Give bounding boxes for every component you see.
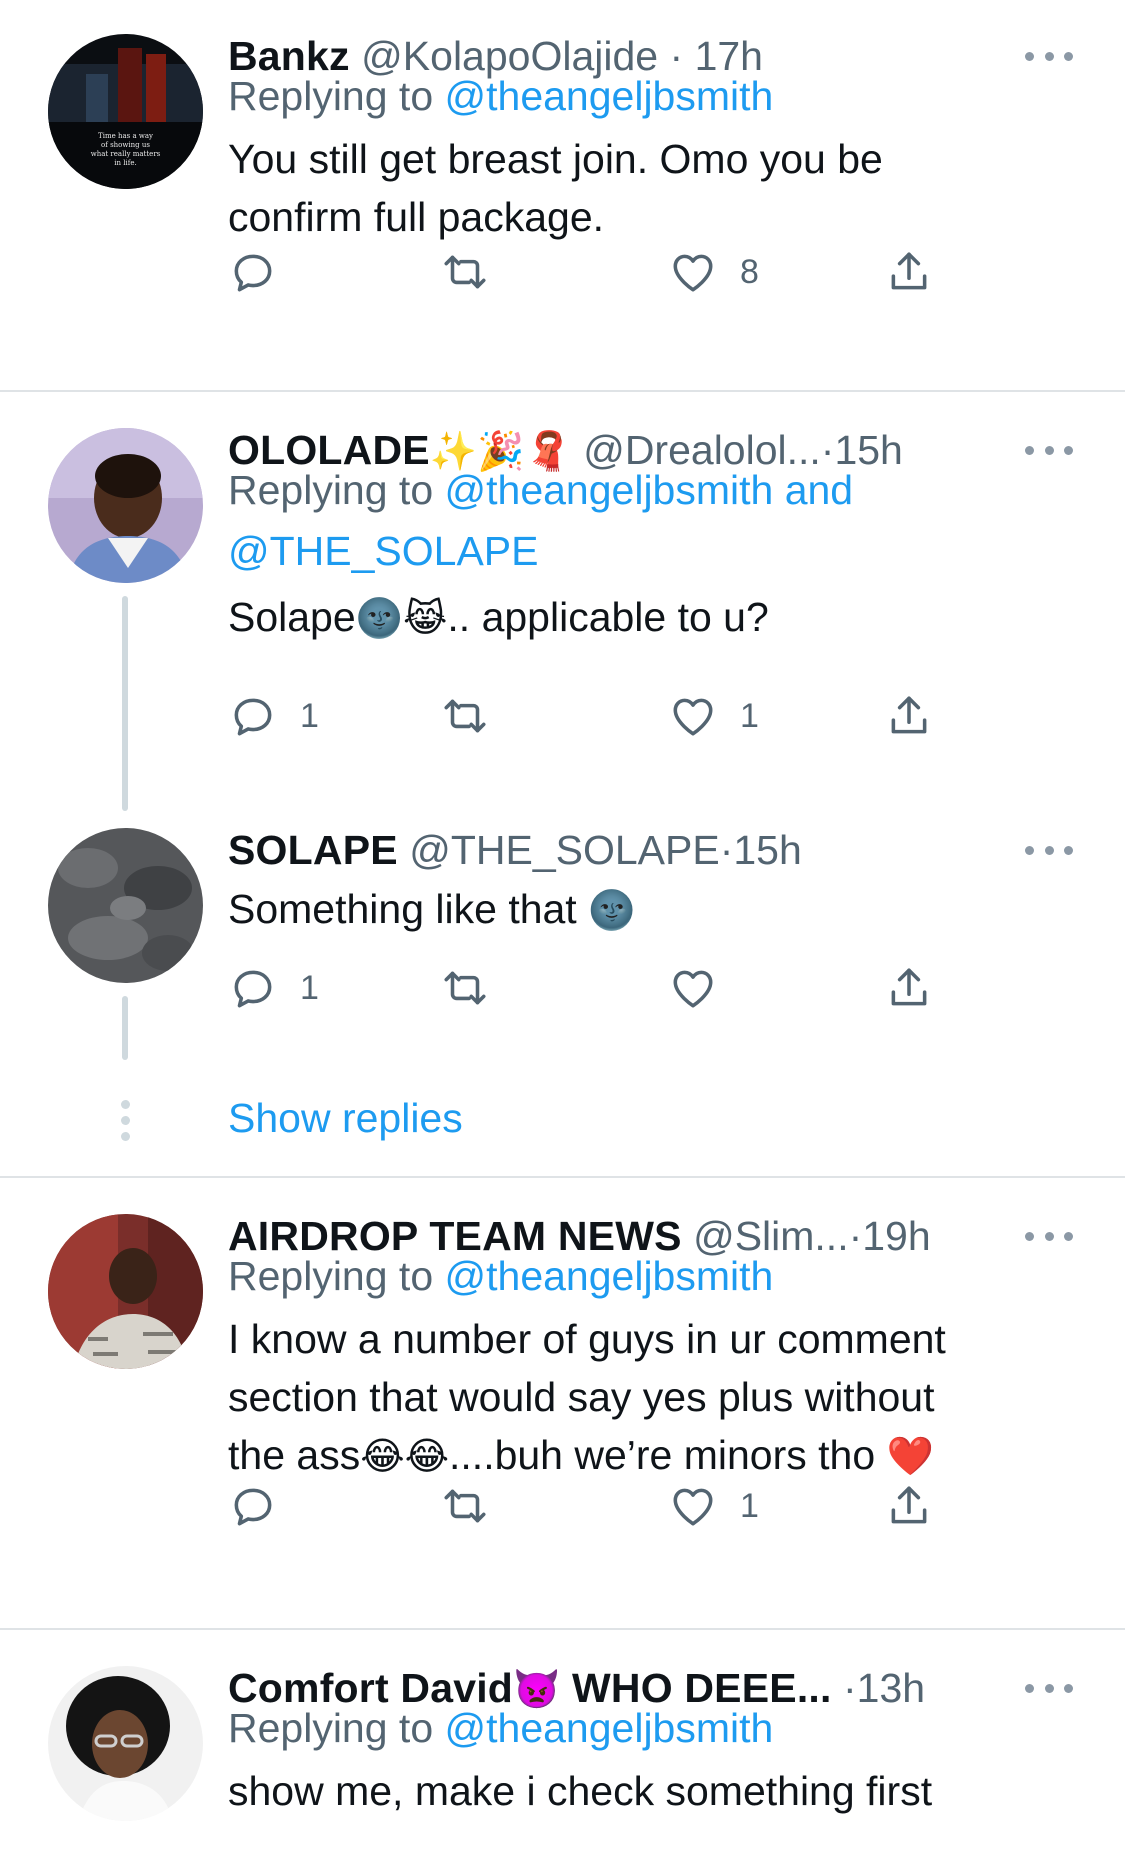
tweet-divider bbox=[0, 1176, 1125, 1178]
body-emoji: 🌚😹 bbox=[355, 598, 448, 640]
tweet-bankz[interactable]: Time has a way of showing us what really… bbox=[0, 26, 1125, 386]
tweet-divider bbox=[0, 1628, 1125, 1630]
tweet-comfort-david[interactable]: Comfort David👿 WHO DEEE... ·13h Replying… bbox=[0, 1658, 1125, 1866]
share-icon bbox=[891, 1486, 927, 1524]
body-emoji: 😂😂 bbox=[360, 1436, 450, 1478]
reply-count: 1 bbox=[300, 696, 319, 735]
heart-emoji: ❤️ bbox=[886, 1436, 934, 1478]
reply-button[interactable]: 1 bbox=[228, 686, 319, 746]
retweet-icon bbox=[444, 971, 486, 1005]
heart-icon bbox=[673, 698, 713, 736]
reply-feed: Time has a way of showing us what really… bbox=[0, 0, 1125, 1866]
like-button[interactable] bbox=[668, 958, 740, 1018]
tweet-text: I know a number of guys in ur comment se… bbox=[228, 1316, 946, 1478]
retweet-icon bbox=[444, 699, 486, 733]
share-button[interactable] bbox=[884, 242, 934, 302]
avatar-image bbox=[48, 428, 203, 583]
reply-icon bbox=[234, 698, 272, 736]
tweet-solape[interactable]: SOLAPE @THE_SOLAPE·15h Something like th… bbox=[0, 820, 1125, 1141]
reply-count: 1 bbox=[300, 968, 319, 1007]
share-icon bbox=[891, 696, 927, 734]
avatar-caption: Time has a way of showing us what really… bbox=[90, 132, 161, 167]
like-button[interactable]: 1 bbox=[668, 686, 759, 746]
avatar[interactable]: Time has a way of showing us what really… bbox=[48, 34, 203, 189]
tweet-ololade[interactable]: OLOLADE✨🎉🧣 @Drealolol...·15h Replying to… bbox=[0, 420, 1125, 811]
thread-line bbox=[122, 996, 128, 1060]
replying-to: Replying to @theangeljbsmith bbox=[228, 1253, 774, 1299]
reply-icon bbox=[234, 1488, 272, 1526]
tweet-divider bbox=[0, 390, 1125, 392]
replying-to: Replying to @theangeljbsmith and @THE_SO… bbox=[228, 467, 854, 574]
reply-button[interactable] bbox=[228, 1476, 300, 1536]
heart-icon bbox=[673, 254, 713, 292]
mention-link[interactable]: @theangeljbsmith bbox=[445, 73, 774, 119]
avatar-image bbox=[48, 828, 203, 983]
avatar[interactable] bbox=[48, 1214, 203, 1369]
tweet-text: show me, make i check something first bbox=[228, 1768, 933, 1814]
reply-button[interactable] bbox=[228, 242, 300, 302]
show-replies-link[interactable]: Show replies bbox=[228, 1088, 463, 1148]
mention-link[interactable]: @theangeljbsmith bbox=[445, 1253, 774, 1299]
like-count: 8 bbox=[740, 252, 759, 291]
tweet-text: You still get breast join. Omo you be co… bbox=[228, 136, 883, 240]
thread-line bbox=[122, 596, 128, 811]
retweet-icon bbox=[444, 1489, 486, 1523]
like-button[interactable]: 8 bbox=[668, 242, 759, 302]
retweet-button[interactable] bbox=[440, 242, 512, 302]
mention-link[interactable]: @theangeljbsmith and bbox=[445, 467, 854, 513]
tweet-actions: 8 bbox=[228, 242, 988, 302]
retweet-button[interactable] bbox=[440, 686, 512, 746]
like-button[interactable]: 1 bbox=[668, 1476, 759, 1536]
share-button[interactable] bbox=[884, 1476, 934, 1536]
reply-button[interactable]: 1 bbox=[228, 958, 319, 1018]
reply-icon bbox=[234, 254, 272, 292]
avatar[interactable] bbox=[48, 1666, 203, 1821]
replying-to: Replying to @theangeljbsmith bbox=[228, 73, 774, 119]
avatar[interactable] bbox=[48, 428, 203, 583]
tweet-actions: 1 bbox=[228, 1476, 988, 1536]
heart-icon bbox=[673, 970, 713, 1008]
like-count: 1 bbox=[740, 1486, 759, 1525]
tweet-actions: 1 1 bbox=[228, 686, 988, 746]
mention-link[interactable]: @theangeljbsmith bbox=[445, 1705, 774, 1751]
reply-icon bbox=[234, 970, 272, 1008]
share-icon bbox=[891, 968, 927, 1006]
heart-icon bbox=[673, 1488, 713, 1526]
mention-link-2[interactable]: @THE_SOLAPE bbox=[228, 528, 539, 574]
replying-to: Replying to @theangeljbsmith bbox=[228, 1705, 774, 1751]
tweet-text: Solape🌚😹.. applicable to u? bbox=[228, 594, 769, 640]
body-emoji: 🌚 bbox=[588, 890, 636, 932]
avatar[interactable] bbox=[48, 828, 203, 983]
timestamp[interactable]: 15h bbox=[733, 827, 801, 873]
retweet-icon bbox=[444, 255, 486, 289]
tweet-airdrop[interactable]: AIRDROP TEAM NEWS @Slim...·19h Replying … bbox=[0, 1206, 1125, 1606]
retweet-button[interactable] bbox=[440, 1476, 512, 1536]
share-button[interactable] bbox=[884, 958, 934, 1018]
tweet-text: Something like that 🌚 bbox=[228, 886, 636, 932]
display-name[interactable]: SOLAPE bbox=[228, 827, 398, 873]
more-icon[interactable] bbox=[1025, 820, 1073, 880]
tweet-actions: 1 bbox=[228, 958, 988, 1018]
retweet-button[interactable] bbox=[440, 958, 512, 1018]
user-handle[interactable]: @THE_SOLAPE bbox=[409, 827, 720, 873]
like-count: 1 bbox=[740, 696, 759, 735]
thread-ellipsis bbox=[118, 1100, 132, 1148]
avatar-image bbox=[48, 1666, 203, 1821]
separator-dot: · bbox=[719, 827, 734, 873]
avatar-image bbox=[48, 1214, 203, 1369]
tweet-header: SOLAPE @THE_SOLAPE·15h bbox=[228, 820, 1015, 880]
share-button[interactable] bbox=[884, 686, 934, 746]
share-icon bbox=[891, 252, 927, 290]
